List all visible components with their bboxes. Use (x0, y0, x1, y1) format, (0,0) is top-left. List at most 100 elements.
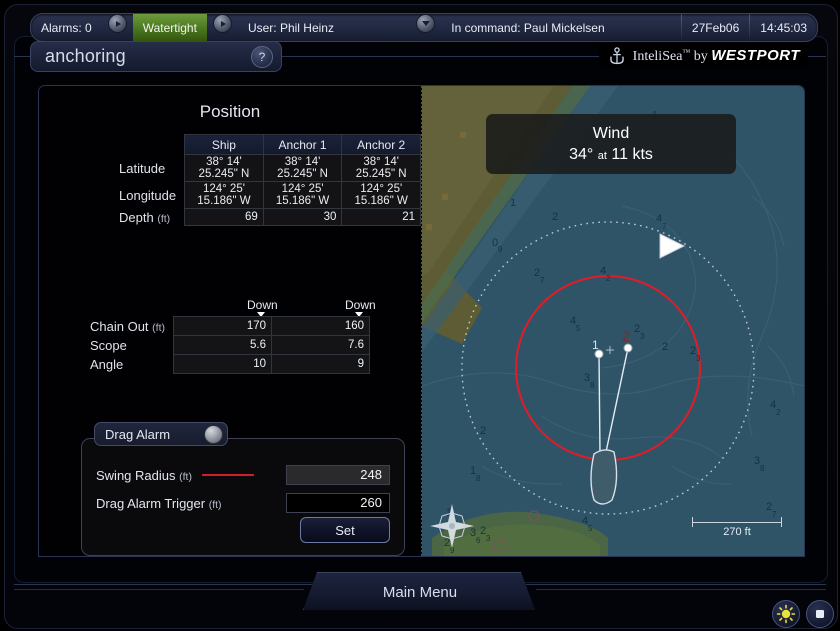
svg-text:3: 3 (696, 354, 701, 363)
cell-scope-anchor1: 5.6 (173, 335, 272, 355)
svg-text:2: 2 (776, 408, 781, 417)
drag-alarm-group: Drag Alarm Swing Radius (ft) 248 Drag Al… (81, 422, 405, 556)
ship-icon (590, 449, 618, 505)
status-bar-spacer-2 (615, 14, 681, 41)
table-row: Angle 10 9 (85, 354, 370, 374)
row-label-text: Depth (119, 209, 154, 225)
chain-table: Chain Out (ft) 170 160 Scope 5.6 7.6 Ang… (85, 316, 370, 374)
cell-longitude-anchor1: 124° 25' 15.186" W (262, 181, 343, 209)
set-button[interactable]: Set (300, 517, 390, 543)
user-indicator[interactable]: User: Phil Heinz (238, 14, 344, 41)
cell-chain-out-anchor1: 170 (173, 316, 272, 336)
swing-radius-legend-line (201, 474, 254, 476)
scale-bar: 270 ft (692, 517, 782, 538)
sun-brightness-icon (776, 604, 796, 624)
svg-text:2: 2 (622, 328, 630, 344)
cell-longitude-anchor2: 124° 25' 15.186" W (341, 181, 421, 209)
row-label-depth: Depth (ft) (114, 209, 185, 226)
main-menu-button[interactable]: Main Menu (303, 572, 535, 610)
down-text: Down (345, 298, 376, 312)
row-label-text: Angle (90, 356, 124, 372)
svg-text:2: 2 (552, 211, 558, 223)
drag-trigger-input[interactable]: 260 (286, 493, 390, 513)
chart-pane[interactable]: 1 2 1 1 1 2 09 27 42 47 (422, 86, 804, 556)
svg-text:6: 6 (476, 536, 481, 545)
down-label-anchor1: Down (247, 298, 278, 317)
svg-text:2: 2 (606, 274, 611, 283)
toggle-knob-icon[interactable] (204, 424, 223, 444)
cell-angle-anchor2: 9 (271, 354, 370, 374)
drag-trigger-unit: (ft) (208, 498, 222, 511)
date-display: 27Feb06 (691, 20, 740, 35)
brand-logo: InteliSea™ by WESTPORT (598, 44, 808, 68)
drag-trigger-label: Drag Alarm Trigger (ft) (96, 496, 222, 511)
row-label-text: Longitude (119, 187, 177, 203)
wind-title: Wind (592, 124, 630, 142)
title-row: anchoring ? InteliSea™ by WESTPORT (14, 41, 826, 72)
down-text: Down (247, 298, 278, 312)
scale-bar-ticks (692, 517, 782, 527)
svg-text:1: 1 (510, 197, 516, 209)
alarms-next-icon[interactable] (107, 14, 127, 33)
swing-radius-label-text: Swing Radius (96, 467, 176, 483)
svg-text:8: 8 (760, 464, 765, 473)
row-label-latitude: Latitude (114, 155, 185, 182)
content-panel: Position Ship Anchor 1 Anchor 2 Latitude… (38, 85, 805, 557)
cell-chain-out-anchor2: 160 (271, 316, 370, 336)
svg-text:3: 3 (640, 332, 645, 341)
position-title: Position (199, 102, 261, 121)
svg-text:9: 9 (498, 245, 503, 254)
row-label-scope: Scope (85, 336, 174, 355)
user-dropdown-icon[interactable] (416, 14, 436, 33)
cell-depth-ship: 69 (184, 208, 264, 226)
status-bar: Alarms: 0 Watertight User: Phil Heinz In… (30, 13, 818, 42)
table-row: Longitude 124° 25' 15.186" W 124° 25' 15… (114, 181, 421, 209)
drag-trigger-label-text: Drag Alarm Trigger (96, 495, 206, 511)
row-unit-chain-out: (ft) (152, 321, 165, 334)
time-display: 14:45:03 (760, 20, 807, 35)
svg-text:1: 1 (592, 338, 599, 352)
row-label-chain-out: Chain Out (ft) (85, 317, 174, 336)
table-row: Depth (ft) 69 30 21 (114, 208, 421, 226)
column-header-anchor1: Anchor 1 (262, 134, 343, 155)
table-row: Scope 5.6 7.6 (85, 335, 370, 355)
alarms-indicator[interactable]: Alarms: 0 (31, 14, 102, 41)
cell-angle-anchor1: 10 (173, 354, 272, 374)
cell-depth-anchor1: 30 (262, 208, 343, 226)
column-header-ship: Ship (184, 134, 264, 155)
status-bar-spacer (344, 14, 410, 41)
row-label-angle: Angle (85, 355, 174, 374)
help-icon[interactable]: ? (251, 45, 273, 68)
position-pane: Position Ship Anchor 1 Anchor 2 Latitude… (39, 86, 421, 556)
row-label-longitude: Longitude (114, 182, 185, 209)
scale-bar-label: 270 ft (723, 526, 751, 538)
in-command-indicator[interactable]: In command: Paul Mickelsen (441, 14, 614, 41)
watertight-next-icon[interactable] (212, 14, 232, 33)
brand-text: InteliSea™ by WESTPORT (633, 47, 800, 65)
cell-depth-anchor2: 21 (341, 208, 421, 226)
row-label-text: Chain Out (90, 318, 149, 334)
brightness-button[interactable] (772, 600, 800, 628)
drag-alarm-tab[interactable]: Drag Alarm (94, 422, 228, 446)
bottom-rule-right-2 (536, 589, 826, 590)
column-header-anchor2: Anchor 2 (341, 134, 421, 155)
power-button[interactable] (806, 600, 834, 628)
row-label-text: Scope (90, 337, 127, 353)
watertight-status[interactable]: Watertight (132, 14, 207, 41)
cell-latitude-ship: 38° 14' 25.245" N (184, 154, 264, 182)
page-title: anchoring (45, 46, 126, 66)
drag-alarm-label: Drag Alarm (105, 426, 171, 442)
swing-radius-label: Swing Radius (ft) (96, 468, 192, 483)
svg-text:5: 5 (588, 524, 593, 533)
wind-heading: 34° (569, 145, 594, 163)
wind-speed: 11 kts (611, 145, 653, 163)
page-title-pill: anchoring ? (30, 41, 282, 72)
anchor-icon (609, 46, 624, 64)
brand-by: by (690, 49, 712, 64)
svg-text:8: 8 (590, 381, 595, 390)
position-table: Ship Anchor 1 Anchor 2 Latitude 38° 14' … (114, 134, 421, 226)
svg-text:7: 7 (540, 276, 545, 285)
wind-at-label: at (597, 149, 607, 162)
cell-latitude-anchor2: 38° 14' 25.245" N (341, 154, 421, 182)
row-label-text: Latitude (119, 160, 166, 176)
